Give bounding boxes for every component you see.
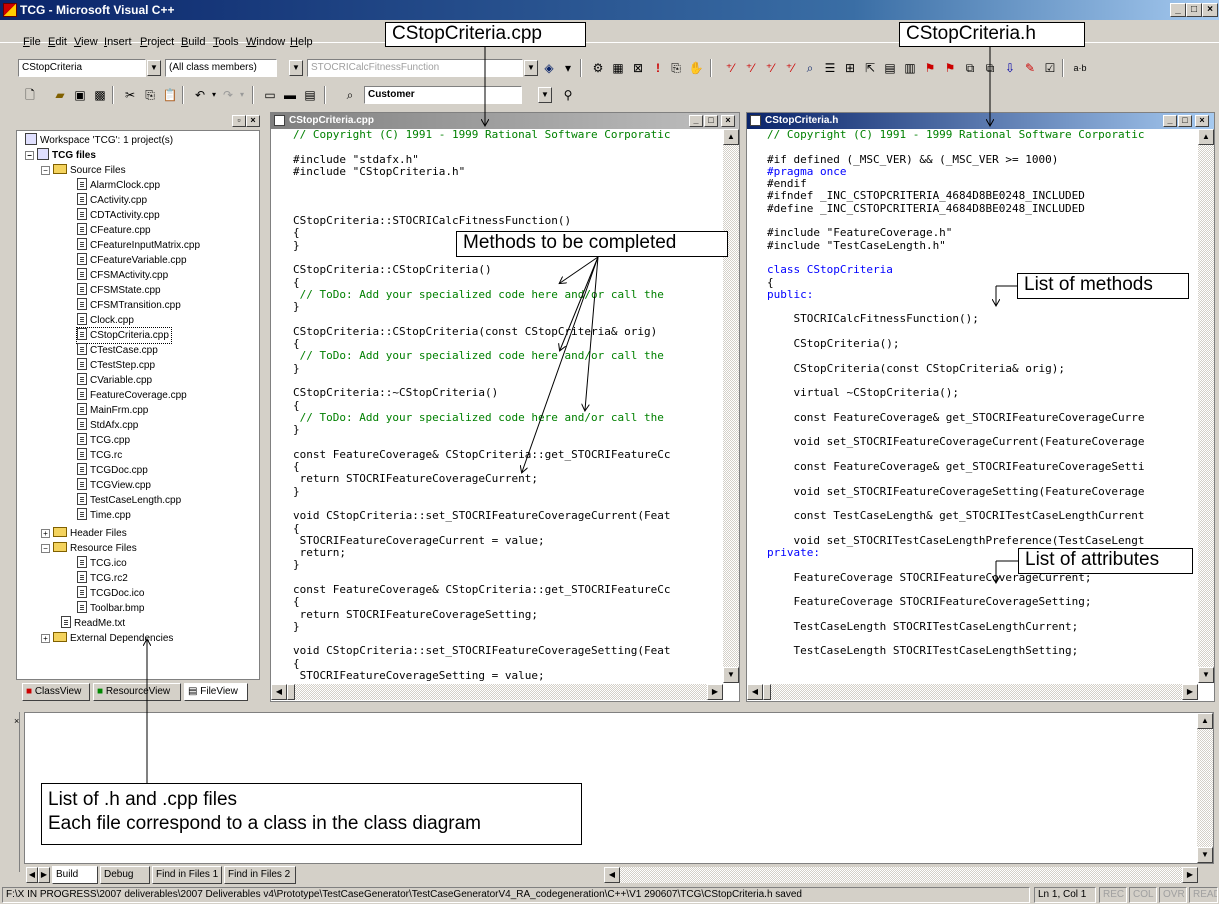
arrow-method-3 xyxy=(585,256,599,410)
annotation-arrows xyxy=(0,47,1018,783)
arrow-method-2 xyxy=(560,256,599,350)
arrow-method-4 xyxy=(522,256,599,472)
